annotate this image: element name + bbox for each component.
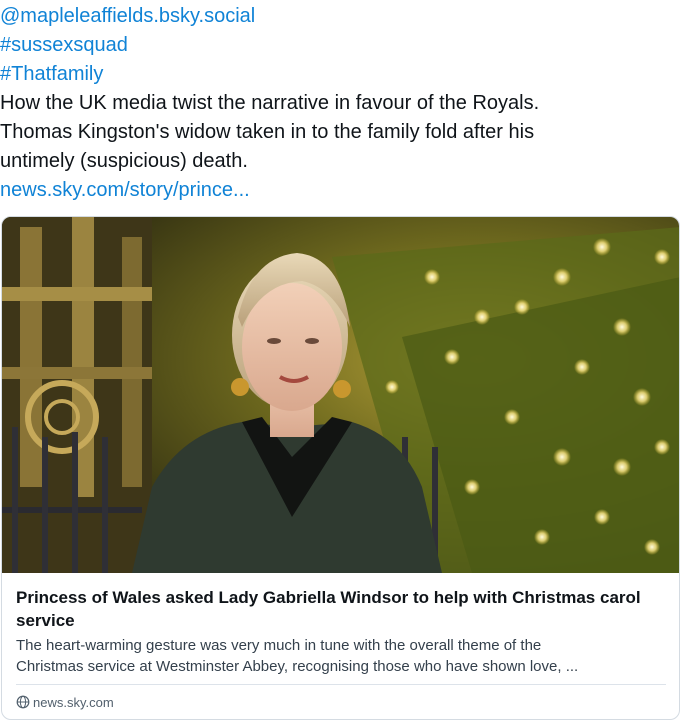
globe-icon — [16, 695, 30, 709]
card-divider — [16, 684, 666, 685]
card-domain-label: news.sky.com — [33, 694, 114, 710]
link-preview-card[interactable]: Princess of Wales asked Lady Gabriella W… — [1, 216, 680, 720]
card-thumbnail-image — [2, 217, 679, 573]
hashtag-link[interactable]: #sussexsquad — [0, 31, 681, 60]
card-title[interactable]: Princess of Wales asked Lady Gabriella W… — [16, 586, 656, 632]
card-description: The heart-warming gesture was very much … — [16, 635, 656, 677]
mention-link[interactable]: @mapleleaffields.bsky.social — [0, 2, 681, 31]
card-description-line: The heart-warming gesture was very much … — [16, 637, 542, 654]
post: @mapleleaffields.bsky.social #sussexsqua… — [0, 0, 681, 723]
card-domain: news.sky.com — [16, 691, 114, 713]
card-description-line: Christmas service at Westminster Abbey, … — [16, 658, 579, 675]
post-body-line: untimely (suspicious) death. — [0, 150, 248, 172]
post-body-line: Thomas Kingston's widow taken in to the … — [0, 121, 535, 143]
article-link[interactable]: news.sky.com/story/prince... — [0, 176, 681, 205]
hashtag-link[interactable]: #Thatfamily — [0, 60, 681, 89]
post-body-line: How the UK media twist the narrative in … — [0, 92, 540, 114]
post-text: @mapleleaffields.bsky.social #sussexsqua… — [0, 2, 681, 205]
